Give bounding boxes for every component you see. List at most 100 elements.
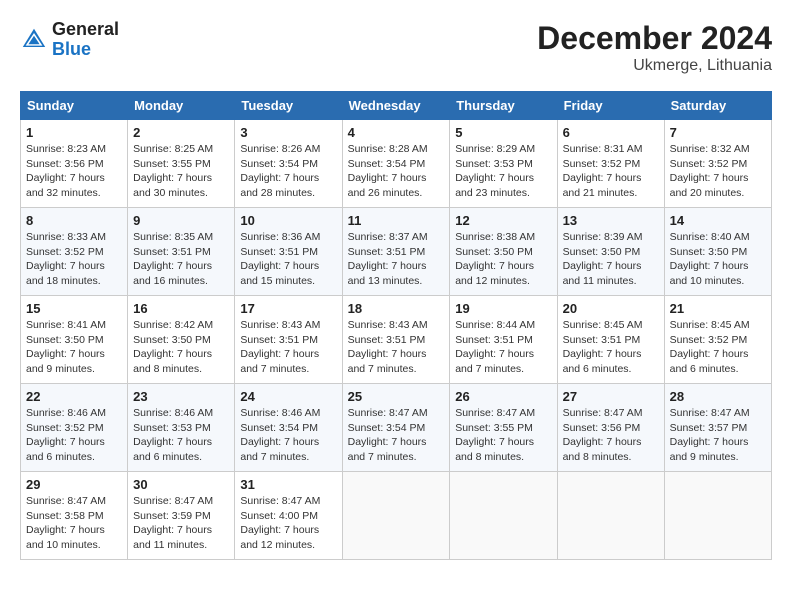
calendar-cell: 3Sunrise: 8:26 AMSunset: 3:54 PMDaylight… — [235, 120, 342, 208]
calendar-cell: 18 Sunrise: 8:43 AMSunset: 3:51 PMDayligh… — [342, 296, 450, 384]
calendar-cell: 9Sunrise: 8:35 AMSunset: 3:51 PMDaylight… — [128, 208, 235, 296]
day-number: 30 — [133, 477, 229, 492]
day-info: Sunrise: 8:47 AMSunset: 3:58 PMDaylight:… — [26, 494, 122, 553]
day-number: 24 — [240, 389, 336, 404]
day-number: 29 — [26, 477, 122, 492]
calendar-week-row: 1 Sunrise: 8:23 AMSunset: 3:56 PMDaylight… — [21, 120, 772, 208]
logo: General Blue — [20, 20, 119, 60]
calendar-cell: 21Sunrise: 8:45 AMSunset: 3:52 PMDayligh… — [664, 296, 771, 384]
day-number: 15 — [26, 301, 122, 316]
day-number: 19 — [455, 301, 551, 316]
calendar-cell: 4 Sunrise: 8:28 AMSunset: 3:54 PMDaylight… — [342, 120, 450, 208]
day-number: 26 — [455, 389, 551, 404]
day-info: Sunrise: 8:32 AMSunset: 3:52 PMDaylight:… — [670, 142, 766, 201]
day-number: 1 — [26, 125, 122, 140]
day-info: Sunrise: 8:46 AMSunset: 3:52 PMDaylight:… — [26, 406, 122, 465]
calendar-table: SundayMondayTuesdayWednesdayThursdayFrid… — [20, 91, 772, 560]
day-number: 10 — [240, 213, 336, 228]
day-info: Sunrise: 8:46 AMSunset: 3:53 PMDaylight:… — [133, 406, 229, 465]
day-info: Sunrise: 8:47 AMSunset: 3:59 PMDaylight:… — [133, 494, 229, 553]
day-number: 20 — [563, 301, 659, 316]
location: Ukmerge, Lithuania — [537, 57, 772, 75]
calendar-cell: 5 Sunrise: 8:29 AMSunset: 3:53 PMDaylight… — [450, 120, 557, 208]
day-info: Sunrise: 8:46 AMSunset: 3:54 PMDaylight:… — [240, 406, 336, 465]
calendar-cell — [664, 472, 771, 560]
day-info: Sunrise: 8:47 AMSunset: 3:55 PMDaylight:… — [455, 406, 551, 465]
day-header-tuesday: Tuesday — [235, 92, 342, 120]
day-number: 31 — [240, 477, 336, 492]
day-info: Sunrise: 8:28 AMSunset: 3:54 PMDaylight:… — [348, 142, 445, 201]
day-info: Sunrise: 8:44 AMSunset: 3:51 PMDaylight:… — [455, 318, 551, 377]
calendar-cell: 19 Sunrise: 8:44 AMSunset: 3:51 PMDayligh… — [450, 296, 557, 384]
day-number: 13 — [563, 213, 659, 228]
calendar-cell: 6Sunrise: 8:31 AMSunset: 3:52 PMDaylight… — [557, 120, 664, 208]
day-number: 8 — [26, 213, 122, 228]
day-number: 21 — [670, 301, 766, 316]
calendar-header-row: SundayMondayTuesdayWednesdayThursdayFrid… — [21, 92, 772, 120]
day-info: Sunrise: 8:31 AMSunset: 3:52 PMDaylight:… — [563, 142, 659, 201]
calendar-cell: 17 Sunrise: 8:43 AMSunset: 3:51 PMDayligh… — [235, 296, 342, 384]
calendar-cell: 8 Sunrise: 8:33 AMSunset: 3:52 PMDaylight… — [21, 208, 128, 296]
calendar-cell: 24 Sunrise: 8:46 AMSunset: 3:54 PMDayligh… — [235, 384, 342, 472]
calendar-week-row: 22Sunrise: 8:46 AMSunset: 3:52 PMDayligh… — [21, 384, 772, 472]
month-title: December 2024 — [537, 20, 772, 57]
calendar-week-row: 29 Sunrise: 8:47 AMSunset: 3:58 PMDayligh… — [21, 472, 772, 560]
calendar-cell: 12 Sunrise: 8:38 AMSunset: 3:50 PMDayligh… — [450, 208, 557, 296]
calendar-cell: 16 Sunrise: 8:42 AMSunset: 3:50 PMDayligh… — [128, 296, 235, 384]
day-number: 17 — [240, 301, 336, 316]
calendar-week-row: 15 Sunrise: 8:41 AMSunset: 3:50 PMDayligh… — [21, 296, 772, 384]
day-number: 25 — [348, 389, 445, 404]
calendar-cell: 22Sunrise: 8:46 AMSunset: 3:52 PMDayligh… — [21, 384, 128, 472]
calendar-cell: 30 Sunrise: 8:47 AMSunset: 3:59 PMDayligh… — [128, 472, 235, 560]
calendar-cell: 14 Sunrise: 8:40 AMSunset: 3:50 PMDayligh… — [664, 208, 771, 296]
day-header-friday: Friday — [557, 92, 664, 120]
calendar-cell: 15 Sunrise: 8:41 AMSunset: 3:50 PMDayligh… — [21, 296, 128, 384]
day-number: 9 — [133, 213, 229, 228]
calendar-cell: 7 Sunrise: 8:32 AMSunset: 3:52 PMDaylight… — [664, 120, 771, 208]
day-number: 2 — [133, 125, 229, 140]
logo-icon — [20, 26, 48, 54]
day-number: 28 — [670, 389, 766, 404]
day-header-saturday: Saturday — [664, 92, 771, 120]
day-number: 4 — [348, 125, 445, 140]
day-info: Sunrise: 8:38 AMSunset: 3:50 PMDaylight:… — [455, 230, 551, 289]
day-info: Sunrise: 8:36 AMSunset: 3:51 PMDaylight:… — [240, 230, 336, 289]
page-header: General Blue December 2024 Ukmerge, Lith… — [20, 20, 772, 75]
day-number: 23 — [133, 389, 229, 404]
day-info: Sunrise: 8:39 AMSunset: 3:50 PMDaylight:… — [563, 230, 659, 289]
day-info: Sunrise: 8:43 AMSunset: 3:51 PMDaylight:… — [240, 318, 336, 377]
calendar-cell — [450, 472, 557, 560]
calendar-cell: 2Sunrise: 8:25 AMSunset: 3:55 PMDaylight… — [128, 120, 235, 208]
day-info: Sunrise: 8:23 AMSunset: 3:56 PMDaylight:… — [26, 142, 122, 201]
day-info: Sunrise: 8:37 AMSunset: 3:51 PMDaylight:… — [348, 230, 445, 289]
day-number: 14 — [670, 213, 766, 228]
calendar-cell: 20 Sunrise: 8:45 AMSunset: 3:51 PMDayligh… — [557, 296, 664, 384]
day-number: 7 — [670, 125, 766, 140]
logo-text: General Blue — [52, 20, 119, 60]
day-info: Sunrise: 8:41 AMSunset: 3:50 PMDaylight:… — [26, 318, 122, 377]
day-number: 5 — [455, 125, 551, 140]
calendar-cell: 10 Sunrise: 8:36 AMSunset: 3:51 PMDayligh… — [235, 208, 342, 296]
calendar-cell: 13 Sunrise: 8:39 AMSunset: 3:50 PMDayligh… — [557, 208, 664, 296]
calendar-cell: 27Sunrise: 8:47 AMSunset: 3:56 PMDayligh… — [557, 384, 664, 472]
day-number: 12 — [455, 213, 551, 228]
day-number: 3 — [240, 125, 336, 140]
day-number: 11 — [348, 213, 445, 228]
day-number: 16 — [133, 301, 229, 316]
day-info: Sunrise: 8:42 AMSunset: 3:50 PMDaylight:… — [133, 318, 229, 377]
calendar-cell: 11 Sunrise: 8:37 AMSunset: 3:51 PMDayligh… — [342, 208, 450, 296]
calendar-cell: 26 Sunrise: 8:47 AMSunset: 3:55 PMDayligh… — [450, 384, 557, 472]
logo-blue: Blue — [52, 40, 119, 60]
day-header-thursday: Thursday — [450, 92, 557, 120]
day-info: Sunrise: 8:45 AMSunset: 3:51 PMDaylight:… — [563, 318, 659, 377]
day-info: Sunrise: 8:33 AMSunset: 3:52 PMDaylight:… — [26, 230, 122, 289]
logo-general: General — [52, 20, 119, 40]
calendar-cell — [557, 472, 664, 560]
day-info: Sunrise: 8:43 AMSunset: 3:51 PMDaylight:… — [348, 318, 445, 377]
day-info: Sunrise: 8:29 AMSunset: 3:53 PMDaylight:… — [455, 142, 551, 201]
calendar-cell: 29 Sunrise: 8:47 AMSunset: 3:58 PMDayligh… — [21, 472, 128, 560]
day-number: 18 — [348, 301, 445, 316]
calendar-cell: 28Sunrise: 8:47 AMSunset: 3:57 PMDayligh… — [664, 384, 771, 472]
calendar-week-row: 8 Sunrise: 8:33 AMSunset: 3:52 PMDaylight… — [21, 208, 772, 296]
day-info: Sunrise: 8:40 AMSunset: 3:50 PMDaylight:… — [670, 230, 766, 289]
